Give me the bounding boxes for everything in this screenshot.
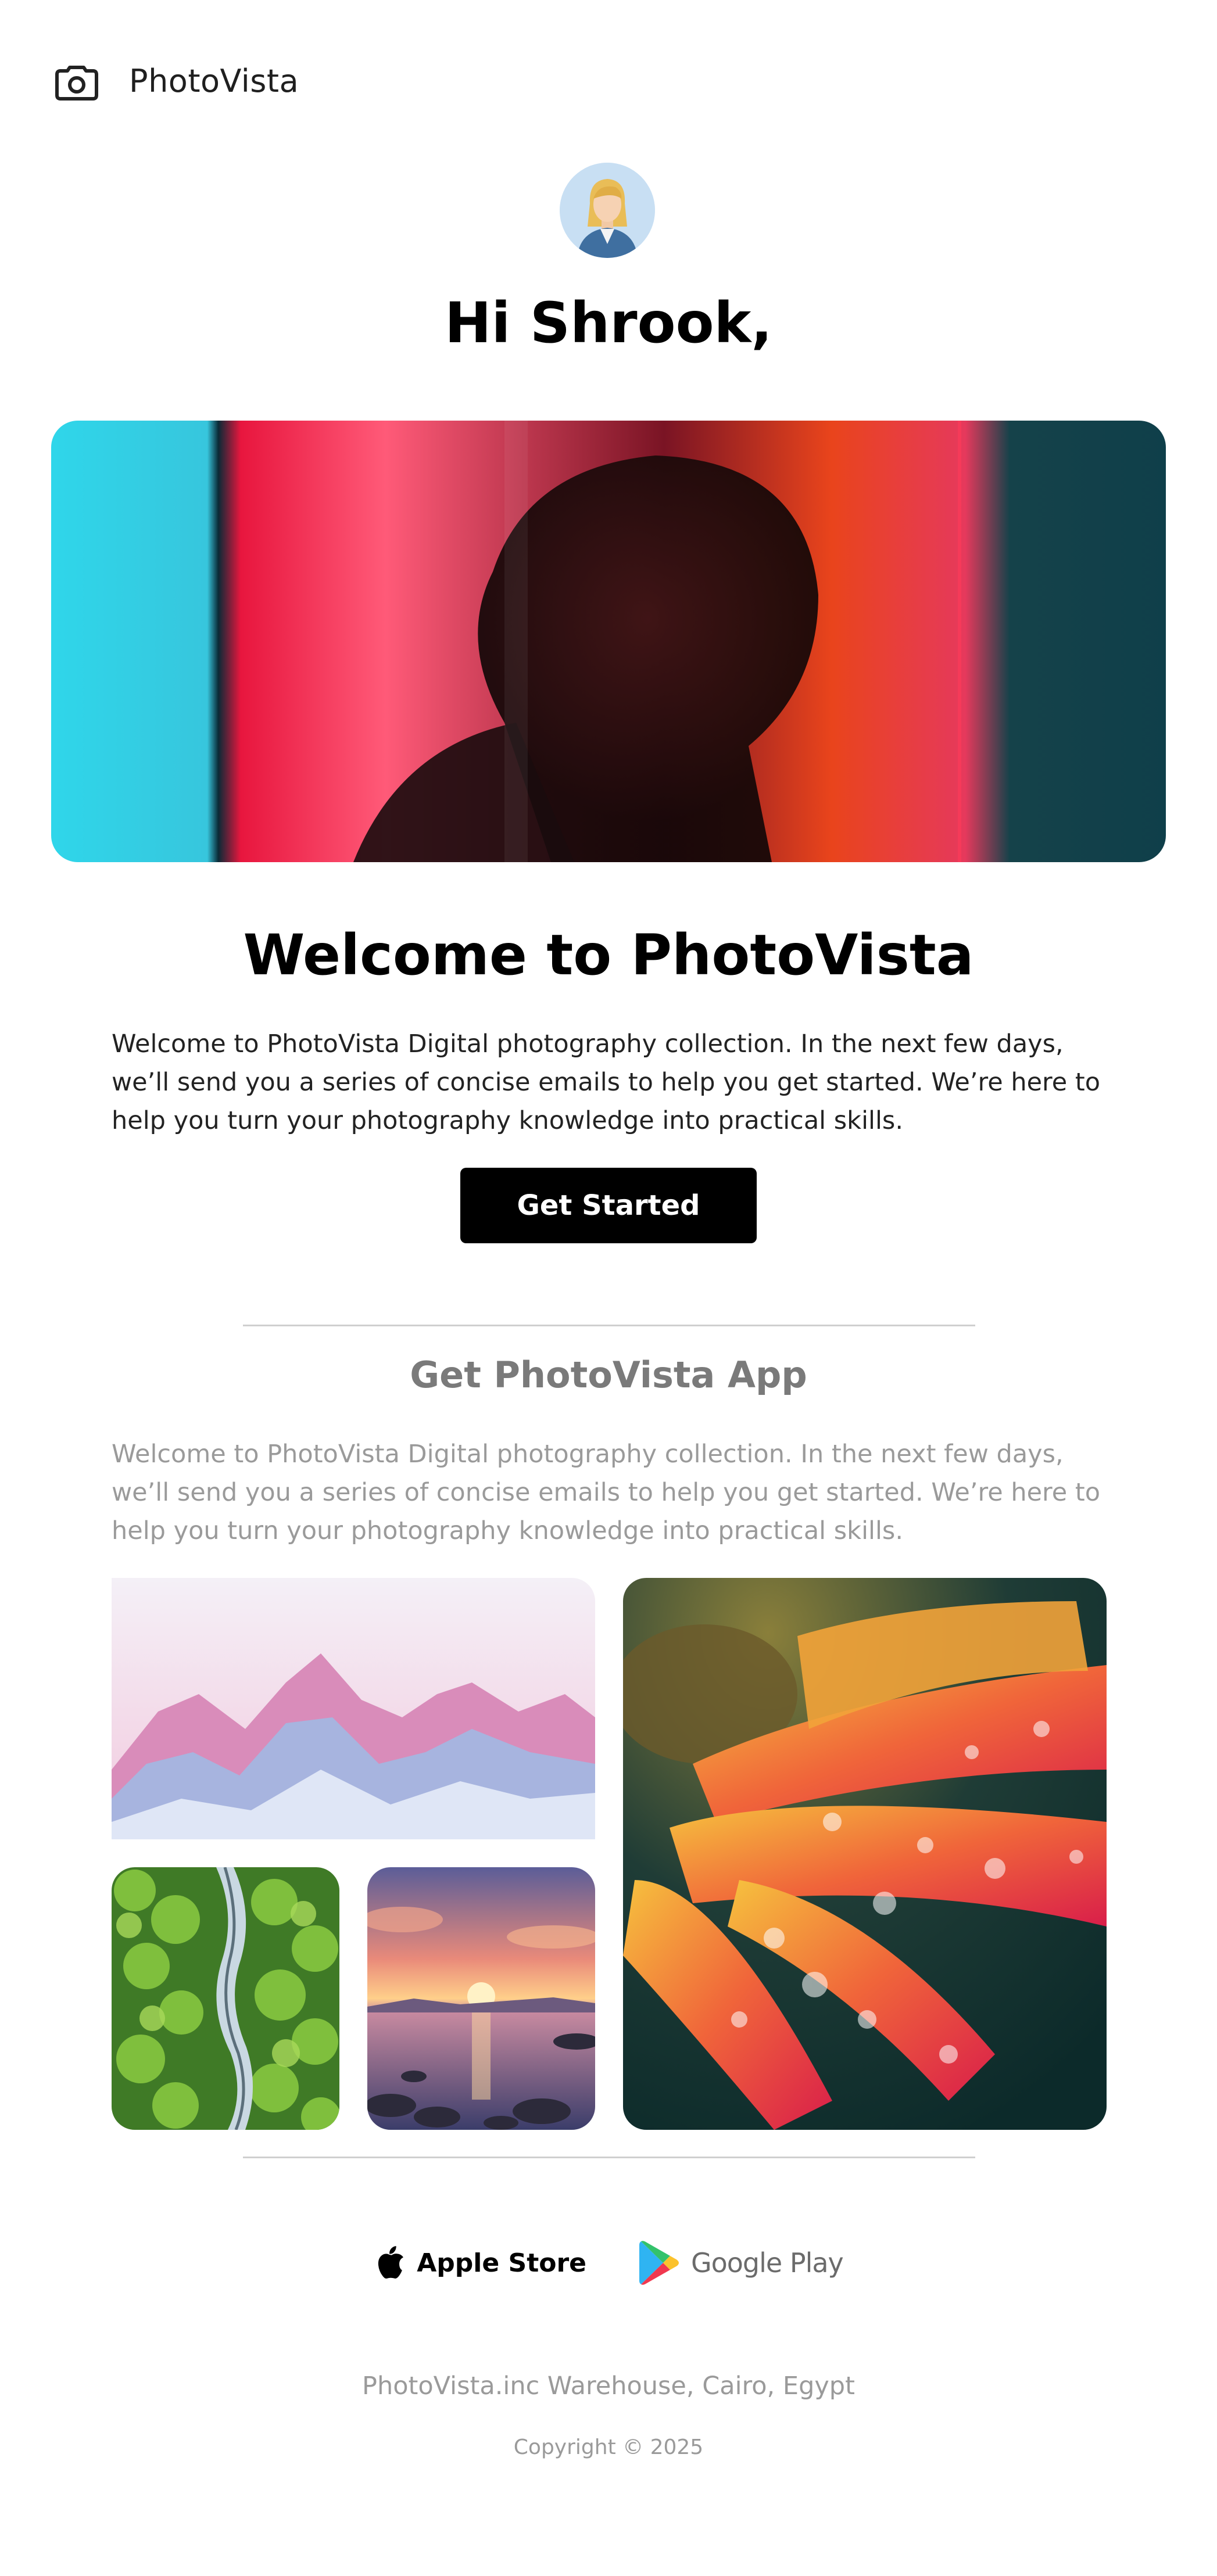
footer-copyright: Copyright © 2025 [513,2435,704,2459]
store-links: Apple Store Google Play [0,2231,1217,2295]
divider [243,2157,975,2158]
app-section-text: Welcome to PhotoVista Digital photograph… [112,1440,1101,1545]
sunset-photo [367,1867,595,2130]
google-play-label: Google Play [691,2247,844,2279]
google-play-link[interactable]: Google Play [639,2240,844,2286]
welcome-text: Welcome to PhotoVista Digital photograph… [112,1029,1101,1135]
greeting: Hi Shrook, [445,290,772,356]
welcome-title: Welcome to PhotoVista [243,923,974,988]
app-section-title: Get PhotoVista App [410,1354,807,1396]
get-started-button[interactable]: Get Started [460,1168,757,1243]
flower-photo [623,1578,1107,2130]
apple-icon [378,2246,404,2279]
forest-photo [112,1867,339,2130]
mountains-photo [112,1578,595,1839]
google-play-icon [639,2241,679,2285]
apple-store-label: Apple Store [417,2248,586,2278]
apple-store-link[interactable]: Apple Store [374,2245,586,2281]
camera-icon [55,66,98,101]
avatar [560,163,655,258]
divider [243,1325,975,1326]
footer-address: PhotoVista.inc Warehouse, Cairo, Egypt [362,2372,855,2401]
brand-name[interactable]: PhotoVista [129,63,299,99]
hero-image [51,421,1166,862]
